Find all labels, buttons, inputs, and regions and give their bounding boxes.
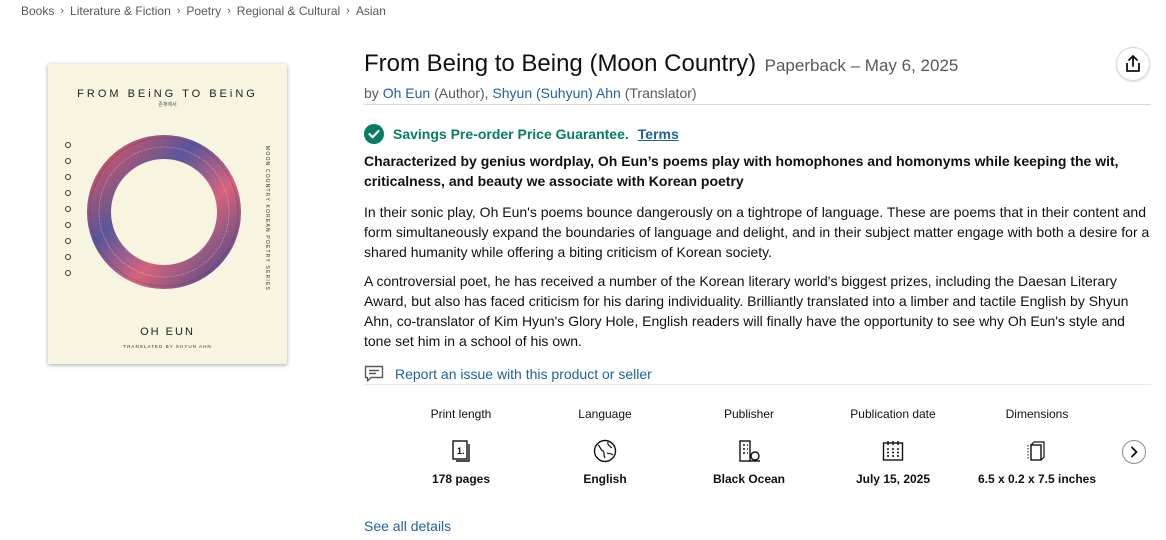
- next-details-button[interactable]: [1122, 440, 1146, 464]
- check-circle-icon: [364, 124, 384, 144]
- svg-text:1.: 1.: [457, 446, 465, 456]
- divider: [364, 104, 1151, 105]
- author-link[interactable]: Oh Eun: [383, 85, 430, 101]
- detail-value: Black Ocean: [712, 472, 786, 486]
- report-issue[interactable]: Report an issue with this product or sel…: [364, 365, 652, 383]
- cover-series-text: MOON COUNTRY KOREAN POETRY SERIES: [264, 146, 270, 292]
- dimensions-icon: [1027, 441, 1045, 461]
- detail-label: Print length: [430, 407, 492, 421]
- detail-value: 6.5 x 0.2 x 7.5 inches: [977, 472, 1097, 486]
- report-issue-link[interactable]: Report an issue with this product or sel…: [395, 366, 652, 382]
- byline: by Oh Eun (Author), Shyun (Suhyun) Ahn (…: [364, 85, 697, 101]
- cover-subtitle: 존재에서: [158, 102, 177, 108]
- description-headline: Characterized by genius wordplay, Oh Eun…: [364, 153, 1119, 189]
- detail-language[interactable]: Language English: [535, 407, 675, 487]
- breadcrumb-poetry[interactable]: Poetry: [186, 4, 221, 18]
- chevron-right-icon: ›: [60, 5, 65, 17]
- detail-label: Publication date: [850, 407, 936, 421]
- book-cover-image[interactable]: FROM BEiNG TO BEiNG 존재에서 MOON COUNTRY KO…: [48, 64, 287, 364]
- divider: [364, 384, 1151, 385]
- translator-link[interactable]: Shyun (Suhyun) Ahn: [492, 85, 620, 101]
- author-role: (Author),: [434, 85, 489, 101]
- breadcrumb-regional-cultural[interactable]: Regional & Cultural: [237, 4, 340, 18]
- breadcrumb-literature-fiction[interactable]: Literature & Fiction: [70, 4, 171, 18]
- detail-label: Language: [578, 407, 632, 421]
- pages-icon: 1.: [452, 440, 470, 462]
- product-title: From Being to Being (Moon Country): [364, 50, 757, 77]
- share-button[interactable]: [1116, 47, 1150, 81]
- chevron-right-icon: ›: [227, 5, 231, 17]
- translator-role: (Translator): [624, 85, 697, 101]
- detail-value: English: [583, 472, 627, 486]
- cover-dots: [65, 142, 71, 286]
- chevron-right-icon: ›: [176, 5, 181, 17]
- guarantee-text: Savings Pre-order Price Guarantee.: [393, 126, 629, 142]
- breadcrumb-books[interactable]: Books: [21, 4, 54, 18]
- detail-label: Publisher: [723, 407, 775, 421]
- chevron-right-icon: ›: [346, 5, 350, 17]
- chevron-right-icon: [1131, 446, 1138, 458]
- detail-dimensions[interactable]: Dimensions 6.5 x 0.2 x 7.5 inches: [967, 407, 1107, 487]
- cover-title: FROM BEiNG TO BEiNG: [77, 88, 258, 100]
- cover-translator: TRANSLATED BY SHYUN AHN: [123, 344, 212, 349]
- calendar-icon: [882, 441, 904, 461]
- globe-icon: [593, 439, 617, 463]
- terms-link[interactable]: Terms: [638, 126, 679, 142]
- description-paragraph-1: In their sonic play, Oh Eun's poems boun…: [364, 204, 1150, 260]
- description-paragraph-2: A controversial poet, he has received a …: [364, 273, 1129, 349]
- product-title-row: From Being to Being (Moon Country) Paper…: [364, 50, 958, 78]
- detail-label: Dimensions: [1005, 407, 1069, 421]
- cover-author: OH EUN: [140, 326, 195, 338]
- price-guarantee: Savings Pre-order Price Guarantee. Terms: [364, 124, 679, 144]
- breadcrumb: Books › Literature & Fiction › Poetry › …: [21, 4, 386, 18]
- detail-value: 178 pages: [431, 472, 491, 486]
- see-all-details-link[interactable]: See all details: [364, 518, 451, 534]
- building-icon: [739, 440, 760, 462]
- detail-publisher[interactable]: Publisher Black Ocean: [679, 407, 819, 487]
- detail-print-length[interactable]: Print length 1. 178 pages: [391, 407, 531, 487]
- cover-ring-art: [87, 135, 241, 289]
- share-icon: [1126, 55, 1140, 72]
- byline-by: by: [364, 85, 379, 101]
- feedback-icon: [364, 365, 384, 382]
- product-format: Paperback – May 6, 2025: [764, 56, 959, 75]
- detail-value: July 15, 2025: [855, 472, 931, 486]
- detail-publication-date[interactable]: Publication date July 15, 2025: [823, 407, 963, 487]
- breadcrumb-asian[interactable]: Asian: [356, 4, 386, 18]
